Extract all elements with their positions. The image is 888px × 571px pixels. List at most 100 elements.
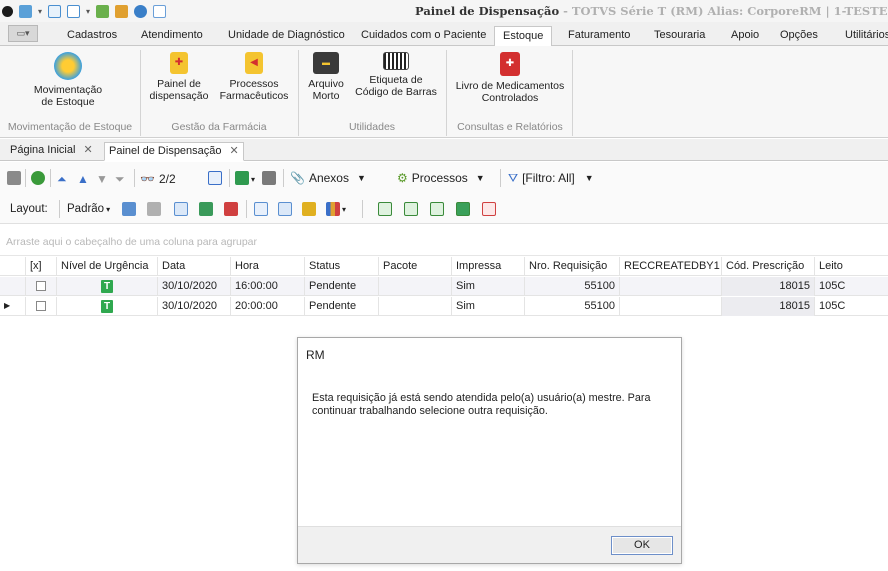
group-separator	[446, 50, 447, 136]
import-layout-icon[interactable]	[199, 202, 213, 216]
table-row[interactable]: T 30/10/2020 16:00:00 Pendente Sim 55100…	[0, 277, 888, 296]
tab-atendimento[interactable]: Atendimento	[141, 26, 203, 46]
tab-cuidados-paciente[interactable]: Cuidados com o Paciente	[361, 26, 486, 46]
column-header[interactable]: Cód. Prescrição	[722, 257, 815, 276]
export-layout-icon[interactable]	[224, 202, 238, 216]
group-by-area[interactable]: Arraste aqui o cabeçalho de uma coluna p…	[0, 224, 888, 256]
filter-button[interactable]: ⛛ [Filtro: All] ▼	[508, 168, 594, 188]
doctab-painel[interactable]: Painel de Dispensação ✕	[104, 142, 244, 161]
tab-faturamento[interactable]: Faturamento	[568, 26, 630, 46]
columns-icon[interactable]	[254, 202, 268, 216]
app-menu-button[interactable]: ▭▾	[8, 25, 38, 42]
date-cell: 30/10/2020	[158, 297, 231, 316]
filter-icon: ⛛	[508, 170, 519, 185]
livro-medicamentos-button[interactable]: ✚ Livro de Medicamentos Controlados	[452, 52, 568, 104]
column-header[interactable]: Leito	[815, 257, 888, 276]
column-header[interactable]: [x]	[26, 257, 57, 276]
row-checkbox[interactable]	[36, 301, 46, 312]
document-tabs: Página Inicial ✕ Painel de Dispensação ✕	[0, 139, 888, 161]
toolbar-separator	[229, 169, 230, 187]
print-icon[interactable]	[262, 171, 276, 185]
processos-farmaceuticos-button[interactable]: ◀ Processos Farmacêuticos	[214, 52, 294, 102]
tab-unidade-diagnostico[interactable]: Unidade de Diagnóstico	[228, 26, 345, 46]
urgency-badge: T	[101, 300, 113, 313]
grid-view-icon[interactable]	[208, 171, 222, 185]
group-separator	[140, 50, 141, 136]
window-icon[interactable]	[48, 4, 62, 18]
last-record-icon[interactable]: ⏷	[115, 169, 125, 189]
column-header[interactable]: Impressa	[452, 257, 525, 276]
printed-cell: Sim	[452, 297, 525, 316]
time-cell: 20:00:00	[231, 297, 305, 316]
column-header[interactable]: Nível de Urgência	[57, 257, 158, 276]
group-label-farmacia: Gestão da Farmácia	[171, 121, 267, 133]
doctab-home[interactable]: Página Inicial ✕	[6, 142, 97, 161]
view3-icon[interactable]	[430, 202, 444, 216]
group-label-consultas: Consultas e Relatórios	[457, 121, 563, 133]
column-header[interactable]: Pacote	[379, 257, 452, 276]
chart-icon[interactable]	[326, 202, 340, 216]
stock-movement-icon	[54, 52, 82, 80]
highlight-icon[interactable]	[302, 202, 316, 216]
first-record-icon[interactable]: ⏶	[57, 169, 67, 189]
next-record-icon[interactable]: ▼	[96, 169, 108, 189]
window2-icon[interactable]	[67, 4, 81, 18]
chart-dropdown-icon[interactable]: ▾	[342, 199, 346, 219]
refresh-icon[interactable]	[19, 4, 32, 18]
close-icon[interactable]: ✕	[83, 144, 92, 156]
prescription-code-cell: 18015	[722, 297, 815, 316]
table-row[interactable]: ▶ T 30/10/2020 20:00:00 Pendente Sim 551…	[0, 297, 888, 316]
save-layout-icon[interactable]	[122, 202, 136, 216]
package-cell	[379, 277, 452, 296]
column-header[interactable]: RECCREATEDBY1	[620, 257, 722, 276]
tab-utilitarios[interactable]: Utilitários	[845, 26, 888, 46]
ok-button[interactable]: OK	[611, 536, 673, 555]
navigate-dropdown-icon[interactable]: ▾	[251, 169, 255, 189]
tab-estoque[interactable]: Estoque	[494, 26, 553, 47]
etiqueta-codigo-barras-button[interactable]: Etiqueta de Código de Barras	[352, 52, 440, 98]
title-sub: - TOTVS Série T (RM) Alias: CorporeRM | …	[559, 4, 888, 18]
chevron-down-icon: ▼	[584, 173, 594, 183]
refresh-icon[interactable]	[31, 171, 45, 185]
navigate-icon[interactable]	[235, 171, 249, 185]
dropdown2-icon[interactable]: ▾	[86, 7, 90, 16]
archive-box-icon: ▬	[313, 52, 339, 74]
view1-icon[interactable]	[378, 202, 392, 216]
tab-opcoes[interactable]: Opções	[780, 26, 818, 46]
grid-layout-icon[interactable]	[174, 202, 188, 216]
tab-cadastros[interactable]: Cadastros	[67, 26, 117, 46]
save-as-layout-icon[interactable]	[147, 202, 161, 216]
painel-dispensacao-button[interactable]: ✚ Painel de dispensação	[146, 52, 212, 102]
package-cell	[379, 297, 452, 316]
close-icon[interactable]: ✕	[230, 145, 239, 157]
view2-icon[interactable]	[404, 202, 418, 216]
sum-icon[interactable]	[278, 202, 292, 216]
column-header[interactable]: Status	[305, 257, 379, 276]
font-icon[interactable]	[482, 202, 496, 216]
edit-icon[interactable]	[7, 171, 21, 185]
processos-button[interactable]: ⚙ Processos ▼	[397, 168, 485, 188]
find-button[interactable]: 👓 2/2	[140, 169, 176, 189]
export-icon[interactable]	[96, 4, 110, 18]
column-header[interactable]: Nro. Requisição	[525, 257, 620, 276]
prescription-code-cell: 18015	[722, 277, 815, 296]
paperclip-icon: 📎	[290, 171, 305, 185]
dialog-message: Esta requisição já está sendo atendida p…	[312, 392, 651, 417]
tab-apoio[interactable]: Apoio	[731, 26, 759, 46]
column-header[interactable]: Hora	[231, 257, 305, 276]
view4-icon[interactable]	[456, 202, 470, 216]
tools-icon[interactable]	[115, 4, 129, 18]
globe-icon[interactable]	[134, 4, 148, 18]
tab-tesouraria[interactable]: Tesouraria	[654, 26, 705, 46]
column-header[interactable]: Data	[158, 257, 231, 276]
app-logo-icon[interactable]	[2, 5, 13, 17]
arquivo-morto-button[interactable]: ▬ Arquivo Morto	[302, 52, 350, 102]
layout-select[interactable]: Padrão ▾	[67, 199, 110, 219]
previous-record-icon[interactable]: ▲	[77, 169, 89, 189]
anexos-button[interactable]: 📎 Anexos ▼	[290, 168, 366, 188]
copy-icon[interactable]	[153, 4, 167, 18]
row-checkbox[interactable]	[36, 281, 46, 292]
movimentacao-estoque-button[interactable]: Movimentação de Estoque	[28, 52, 108, 108]
date-cell: 30/10/2020	[158, 277, 231, 296]
dropdown-icon[interactable]: ▾	[38, 7, 42, 16]
